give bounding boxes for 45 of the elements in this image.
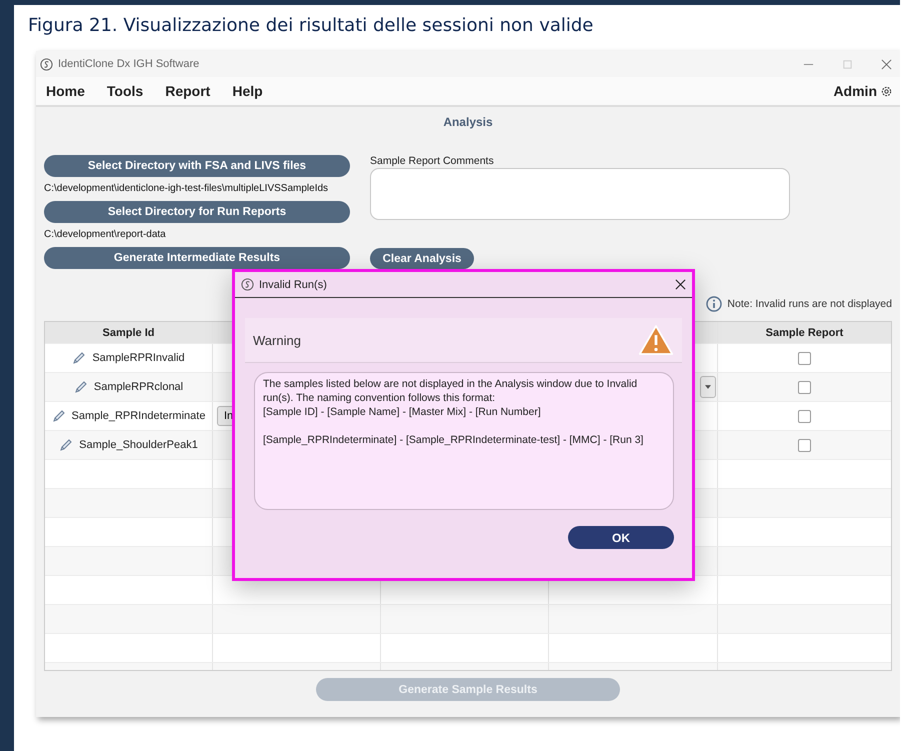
menu-item[interactable]: Report: [165, 83, 210, 99]
directory-path: C:\development\identiclone-igh-test-files\multipleLIVSSampleIds: [44, 183, 328, 194]
menu-item[interactable]: Help: [232, 83, 263, 99]
dropdown[interactable]: [700, 376, 716, 398]
action-button[interactable]: Select Directory with FSA and LIVS files: [44, 155, 350, 177]
comments-field[interactable]: [370, 168, 790, 220]
app-logo-icon: [40, 58, 53, 70]
close-icon[interactable]: [675, 279, 686, 290]
note-text: Note: Invalid runs are not displayed: [727, 298, 892, 310]
checkbox[interactable]: [798, 410, 811, 422]
comments-label: Sample Report Comments: [370, 155, 494, 167]
clear-analysis-button[interactable]: Clear Analysis: [370, 248, 474, 269]
info-icon: [706, 296, 722, 312]
checkbox[interactable]: [798, 352, 811, 364]
settings-icon[interactable]: [881, 86, 892, 96]
dialog-title: Invalid Run(s): [259, 278, 327, 290]
action-button[interactable]: Generate Intermediate Results: [44, 247, 350, 269]
pencil-icon[interactable]: [72, 351, 86, 365]
dialog-heading: Warning: [253, 332, 301, 348]
ok-button[interactable]: OK: [568, 526, 674, 549]
caret-icon: [705, 385, 711, 389]
menu-item[interactable]: Tools: [106, 83, 144, 99]
app-logo-icon: [241, 278, 254, 291]
pencil-icon[interactable]: [59, 438, 74, 452]
sample-id: Sample_ShoulderPeak1: [79, 439, 198, 451]
message-text: The samples listed below are not displayed in the Analysis window due to Invalid run(s). The naming convention follows this format:: [263, 377, 638, 405]
column-header: Sample Report: [764, 326, 844, 340]
warning-icon: [638, 324, 674, 356]
column-header: Sample Id: [45, 322, 213, 343]
directory-path: C:\development\report-data: [44, 229, 166, 240]
sample-id: SampleRPRInvalid: [92, 352, 185, 364]
action-button[interactable]: Select Directory for Run Reports: [44, 201, 350, 223]
checkbox[interactable]: [798, 380, 811, 394]
sample-id: Sample_RPRIndeterminate: [72, 410, 206, 422]
page-title: Analysis: [442, 115, 494, 129]
message-text: [Sample_RPRIndeterminate] - [Sample_RPRIndeterminate-test] - [MMC] - [Run 3]: [263, 433, 644, 447]
window-title: IdentiClone Dx IGH Software: [58, 58, 200, 70]
pencil-icon[interactable]: [52, 409, 66, 423]
figure-caption: Figura 21. Visualizzazione dei risultati delle sessioni non valide: [28, 15, 594, 36]
user-menu[interactable]: Admin: [833, 83, 877, 99]
checkbox[interactable]: [798, 438, 811, 452]
pencil-icon[interactable]: [74, 380, 88, 394]
menu-item[interactable]: Home: [46, 83, 85, 99]
message-text: [Sample ID] - [Sample Name] - [Master Mix] - [Run Number]: [263, 405, 542, 419]
sample-id: SampleRPRclonal: [94, 381, 184, 393]
